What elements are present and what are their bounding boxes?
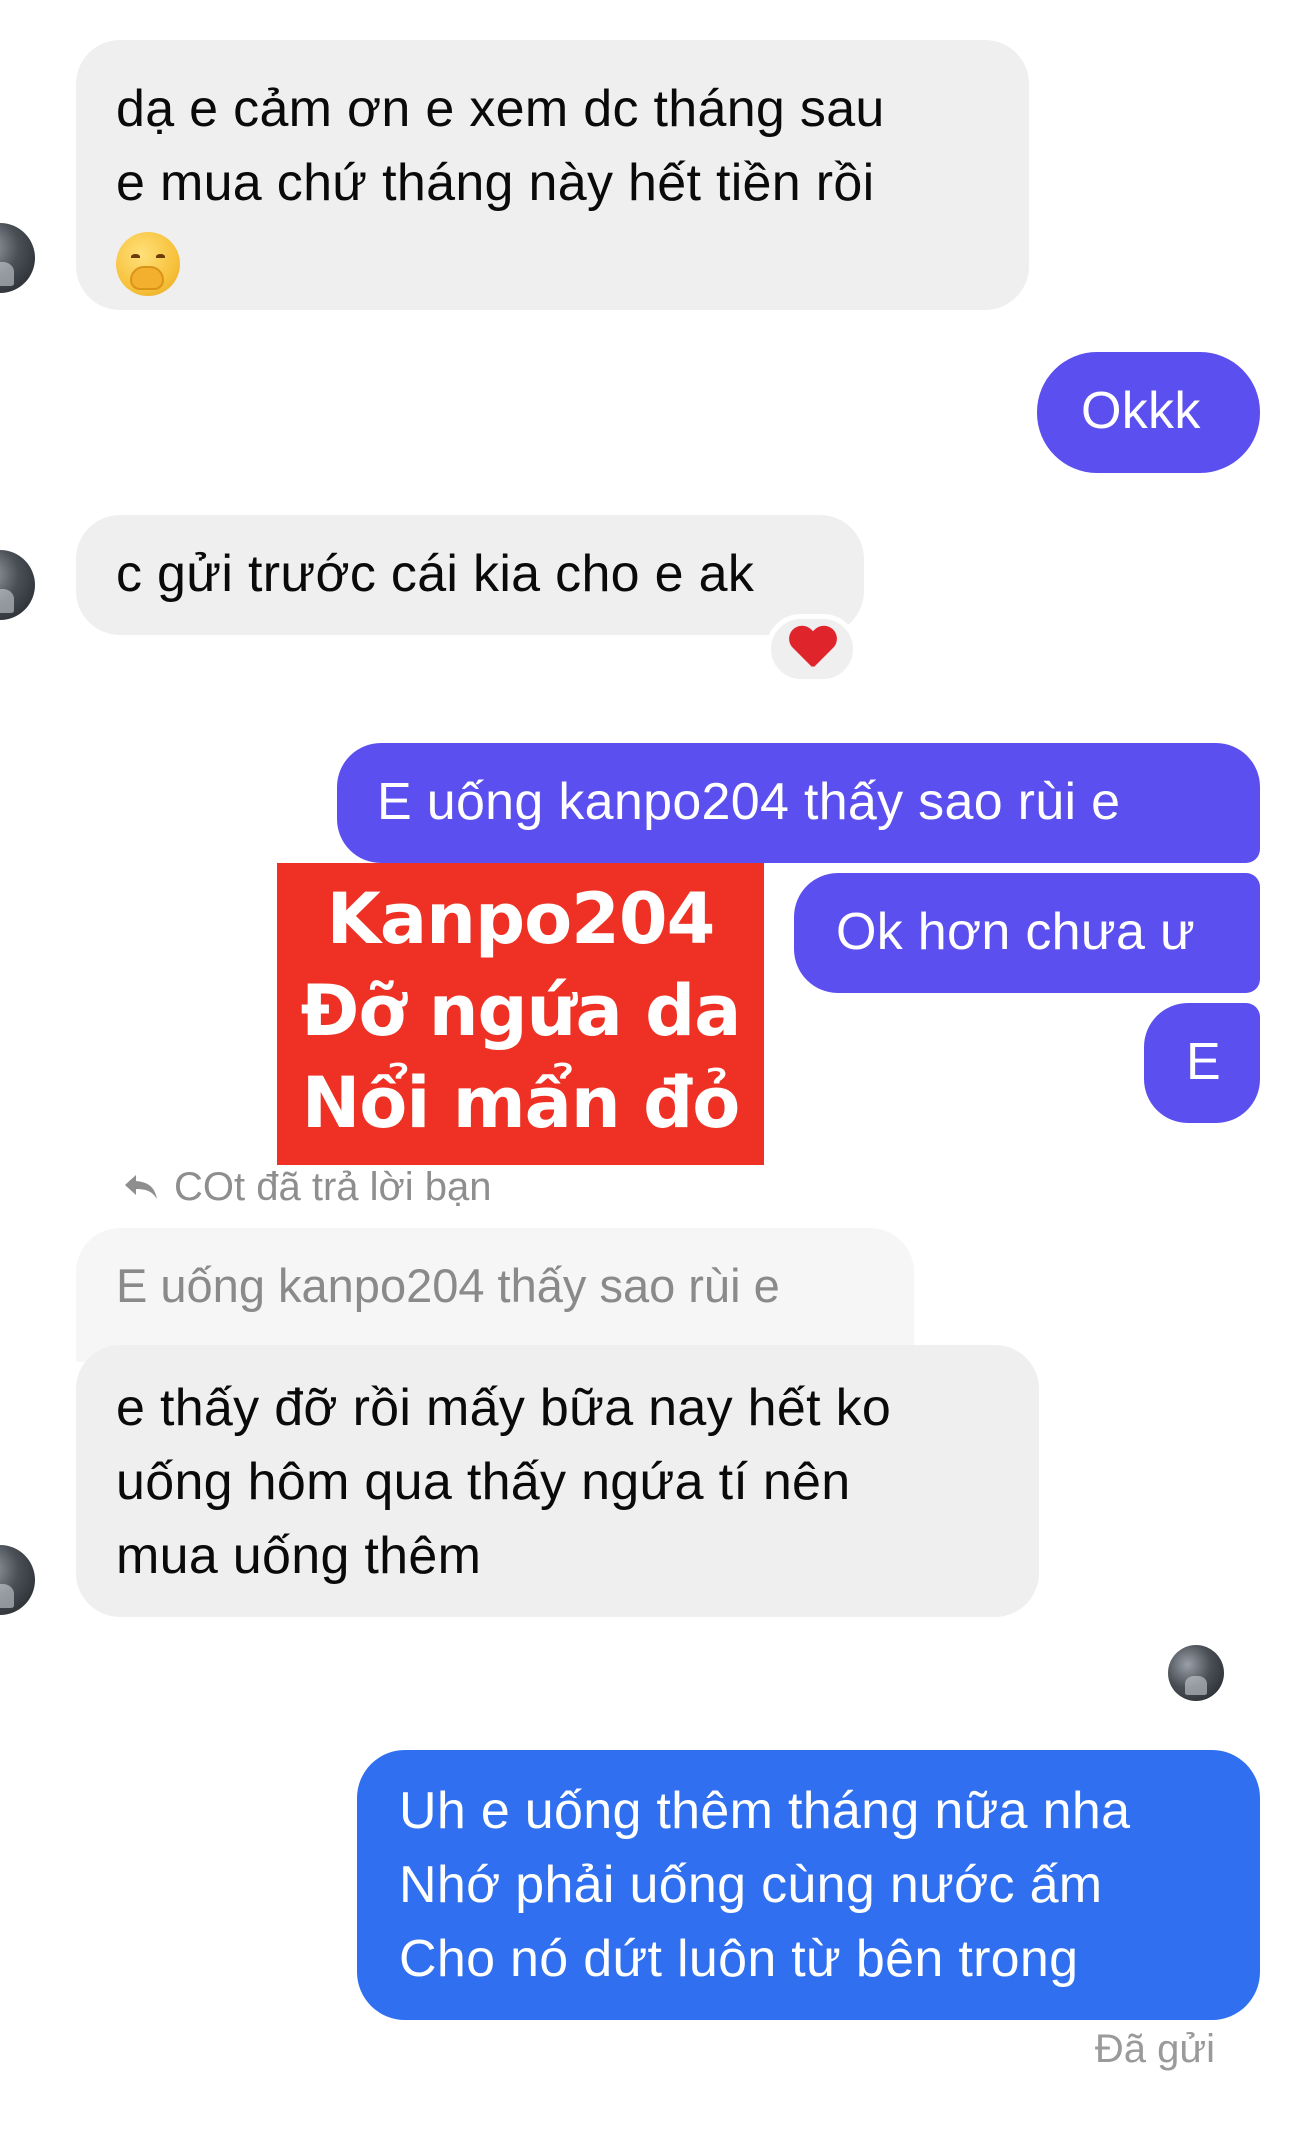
message-text: Okkk: [1081, 382, 1201, 440]
red-heart-icon: [788, 627, 836, 671]
banner-line: Đỡ ngứa da: [300, 970, 742, 1052]
message-text-line: Nhớ phải uống cùng nước ấm: [399, 1856, 1103, 1914]
message-text: E: [1186, 1033, 1221, 1091]
sent-status: Đã gửi: [1094, 2027, 1215, 2071]
outgoing-message-bubble[interactable]: Okkk: [1037, 352, 1260, 473]
message-text-line: uống hôm qua thấy ngứa tí nên: [116, 1453, 851, 1511]
contact-avatar[interactable]: [0, 223, 35, 293]
contact-avatar[interactable]: [0, 1545, 35, 1615]
message-text-line: mua uống thêm: [116, 1527, 482, 1585]
quoted-text: E uống kanpo204 thấy sao rùi e: [116, 1259, 780, 1312]
quoted-message-preview[interactable]: E uống kanpo204 thấy sao rùi e: [76, 1228, 914, 1362]
reply-label-text: COt đã trả lời bạn: [174, 1164, 492, 1209]
incoming-message-bubble[interactable]: dạ e cảm ơn e xem dc tháng sau e mua chứ…: [76, 40, 1029, 310]
message-text: E uống kanpo204 thấy sao rùi e: [377, 773, 1121, 831]
read-receipt-avatar: [1168, 1645, 1224, 1701]
message-text-line: Uh e uống thêm tháng nữa nha: [399, 1782, 1131, 1840]
message-text-line: e thấy đỡ rồi mấy bữa nay hết ko: [116, 1379, 892, 1437]
message-text: c gửi trước cái kia cho e ak: [116, 545, 755, 603]
outgoing-message-bubble[interactable]: Uh e uống thêm tháng nữa nha Nhớ phải uố…: [357, 1750, 1260, 2020]
incoming-message-bubble[interactable]: c gửi trước cái kia cho e ak: [76, 515, 864, 635]
message-text-line: dạ e cảm ơn e xem dc tháng sau: [116, 80, 885, 138]
outgoing-message-bubble[interactable]: E: [1144, 1003, 1260, 1123]
incoming-message-bubble[interactable]: e thấy đỡ rồi mấy bữa nay hết ko uống hô…: [76, 1345, 1039, 1617]
outgoing-message-bubble[interactable]: E uống kanpo204 thấy sao rùi e: [337, 743, 1260, 863]
banner-line: Kanpo204: [326, 878, 716, 960]
message-text-line: Cho nó dứt luôn từ bên trong: [399, 1930, 1079, 1988]
banner-line: Nổi mẩn đỏ: [301, 1062, 741, 1144]
reply-arrow-icon: [122, 1172, 160, 1202]
contact-avatar[interactable]: [0, 550, 35, 620]
message-text-line: e mua chứ tháng này hết tiền rồi: [116, 154, 875, 212]
message-text: Ok hơn chưa ư: [836, 903, 1196, 961]
promo-text-banner: Kanpo204 Đỡ ngứa da Nổi mẩn đỏ: [277, 863, 764, 1165]
outgoing-message-bubble[interactable]: Ok hơn chưa ư: [794, 873, 1260, 993]
face-with-hand-over-mouth-emoji-icon: [116, 224, 989, 298]
message-reaction[interactable]: [766, 614, 858, 684]
reply-indicator: COt đã trả lời bạn: [122, 1162, 491, 1212]
